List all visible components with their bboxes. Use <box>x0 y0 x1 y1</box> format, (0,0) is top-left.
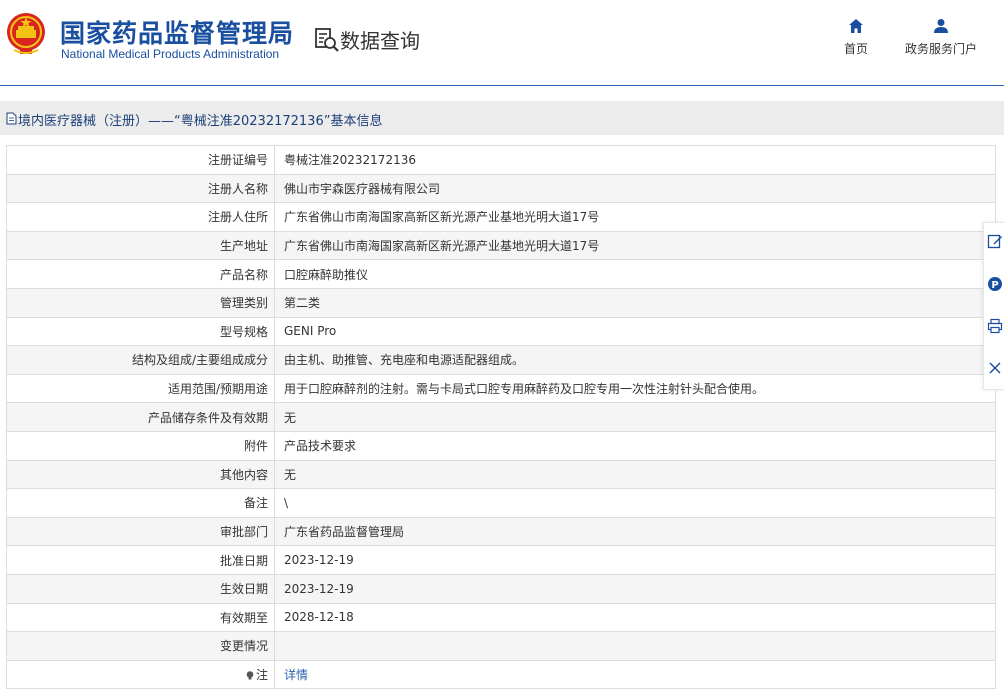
field-value: 无 <box>274 402 996 432</box>
table-row: 注册人名称 佛山市宇森医疗器械有限公司 <box>6 173 996 204</box>
field-label: 其他内容 <box>6 459 275 490</box>
field-value: 佛山市宇森医疗器械有限公司 <box>274 173 996 204</box>
side-toolbar: P <box>983 222 1004 390</box>
field-label: 生效日期 <box>6 573 275 604</box>
table-row: 产品名称 口腔麻醉助推仪 <box>6 259 996 289</box>
field-label: 型号规格 <box>6 316 275 347</box>
field-label: 批准日期 <box>6 545 275 575</box>
table-row: 附件 产品技术要求 <box>6 430 996 461</box>
field-label: 结构及组成/主要组成成分 <box>6 345 275 375</box>
details-link[interactable]: 详情 <box>284 668 308 682</box>
print-icon[interactable] <box>987 318 1003 334</box>
edit-icon[interactable] <box>987 233 1003 249</box>
field-label: 变更情况 <box>6 631 275 661</box>
field-value: 由主机、助推管、充电座和电源适配器组成。 <box>274 345 996 375</box>
table-row: 备注 \ <box>6 488 996 518</box>
field-value: 广东省佛山市南海国家高新区新光源产业基地光明大道17号 <box>274 202 996 232</box>
field-label: 注册人名称 <box>6 173 275 204</box>
field-label: 生产地址 <box>6 230 275 261</box>
field-value: 无 <box>274 459 996 490</box>
field-value: GENI Pro <box>274 316 996 347</box>
data-query-icon <box>315 28 339 52</box>
field-label: 注册证编号 <box>6 145 275 175</box>
table-row: 注册证编号 粤械注准20232172136 <box>6 145 996 175</box>
field-label: 有效期至 <box>6 602 275 633</box>
table-row: 变更情况 <box>6 631 996 661</box>
national-emblem-icon <box>7 13 45 54</box>
site-header: 国家药品监督管理局 National Medical Products Admi… <box>0 0 1004 86</box>
nav-service-portal-label: 政务服务门户 <box>904 42 977 56</box>
org-name-en: National Medical Products Administration <box>61 47 280 61</box>
field-label: 备注 <box>6 488 275 518</box>
table-row: 生产地址 广东省佛山市南海国家高新区新光源产业基地光明大道17号 <box>6 230 996 261</box>
field-label: 管理类别 <box>6 287 275 318</box>
section-title: 数据查询 <box>340 29 420 53</box>
field-value <box>274 631 996 661</box>
field-value: 2028-12-18 <box>274 602 996 633</box>
field-value: 产品技术要求 <box>274 430 996 461</box>
parking-icon[interactable]: P <box>987 276 1003 292</box>
lightbulb-icon <box>246 671 254 680</box>
field-label: 附件 <box>6 430 275 461</box>
field-value: 广东省佛山市南海国家高新区新光源产业基地光明大道17号 <box>274 230 996 261</box>
field-label: 审批部门 <box>6 516 275 547</box>
note-label-cell: 注 <box>6 659 275 690</box>
record-title: 境内医疗器械（注册）——“粤械注准20232172136”基本信息 <box>18 114 383 129</box>
svg-text:P: P <box>991 280 998 291</box>
field-value: 2023-12-19 <box>274 573 996 604</box>
table-row: 结构及组成/主要组成成分 由主机、助推管、充电座和电源适配器组成。 <box>6 345 996 375</box>
table-row: 注册人住所 广东省佛山市南海国家高新区新光源产业基地光明大道17号 <box>6 202 996 232</box>
field-value: 2023-12-19 <box>274 545 996 575</box>
table-row: 生效日期 2023-12-19 <box>6 573 996 604</box>
nav-home-label: 首页 <box>843 42 868 56</box>
table-row: 产品储存条件及有效期无 <box>6 402 996 432</box>
registration-info-table: 注册证编号 粤械注准20232172136 注册人名称 佛山市宇森医疗器械有限公司 注册… <box>6 145 996 690</box>
table-row: 有效期至 2028-12-18 <box>6 602 996 633</box>
nav-home[interactable]: 首页 <box>838 18 874 58</box>
table-row: 适用范围/预期用途 用于口腔麻醉剂的注射。需与卡局式口腔专用麻醉药及口腔专用一次性… <box>6 373 996 404</box>
field-value: 口腔麻醉助推仪 <box>274 259 996 289</box>
org-name-cn: 国家药品监督管理局 <box>60 19 295 48</box>
user-icon <box>934 19 948 33</box>
table-row: 型号规格 GENI Pro <box>6 316 996 347</box>
nav-service-portal[interactable]: 政务服务门户 <box>898 18 984 58</box>
document-icon <box>6 112 17 125</box>
note-value-cell: 详情 <box>274 659 996 690</box>
field-label: 产品名称 <box>6 259 275 289</box>
field-value: 用于口腔麻醉剂的注射。需与卡局式口腔专用麻醉药及口腔专用一次性注射针头配合使用。 <box>274 373 996 404</box>
home-icon <box>849 19 863 33</box>
field-label: 适用范围/预期用途 <box>6 373 275 404</box>
close-icon[interactable] <box>987 360 1003 376</box>
table-row: 管理类别 第二类 <box>6 287 996 318</box>
record-title-bar: 境内医疗器械（注册）——“粤械注准20232172136”基本信息 <box>0 101 1004 135</box>
field-label: 产品储存条件及有效期 <box>6 402 275 432</box>
field-value: 第二类 <box>274 287 996 318</box>
field-value: 粤械注准20232172136 <box>274 145 996 175</box>
note-label: 注 <box>255 667 268 682</box>
table-row-note: 注 详情 <box>6 659 996 690</box>
table-row: 审批部门 广东省药品监督管理局 <box>6 516 996 547</box>
table-row: 批准日期 2023-12-19 <box>6 545 996 575</box>
field-label: 注册人住所 <box>6 202 275 232</box>
field-value: \ <box>274 488 996 518</box>
table-row: 其他内容无 <box>6 459 996 490</box>
field-value: 广东省药品监督管理局 <box>274 516 996 547</box>
